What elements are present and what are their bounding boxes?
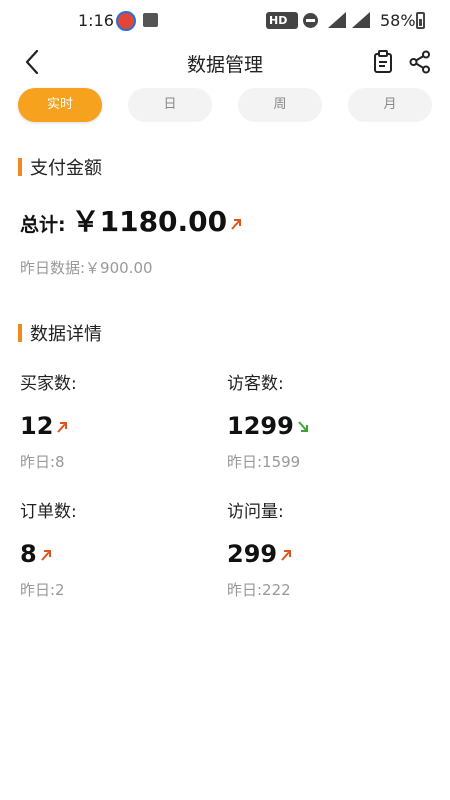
metric-number: 299 xyxy=(227,540,278,568)
signal-icon xyxy=(352,12,370,28)
share-icon xyxy=(409,50,430,74)
metric-value: 12 xyxy=(20,412,220,440)
metric-label: 买家数: xyxy=(20,374,77,394)
navigation-bar: 数据管理 xyxy=(0,40,450,84)
tab-day[interactable]: 日 xyxy=(128,88,212,122)
metric-label: 订单数: xyxy=(20,502,77,522)
metric-yesterday: 昨日:8 xyxy=(20,453,65,471)
metric-number: 8 xyxy=(20,540,37,568)
clipboard-button[interactable] xyxy=(370,48,396,76)
metric-label: 访客数: xyxy=(227,374,284,394)
battery-icon xyxy=(416,12,425,29)
metric-buyers: 买家数: 12 昨日:8 xyxy=(20,369,220,472)
tab-realtime[interactable]: 实时 xyxy=(18,88,102,122)
signal-icon xyxy=(328,12,346,28)
period-tabs: 实时 日 周 月 xyxy=(0,88,450,124)
metric-value: 8 xyxy=(20,540,220,568)
app-notification-icon xyxy=(116,11,136,31)
metric-pageviews: 访问量: 299 昨日:222 xyxy=(227,497,427,600)
metric-label: 访问量: xyxy=(227,502,284,522)
section-marker xyxy=(18,324,22,342)
metric-value: 299 xyxy=(227,540,427,568)
gallery-notification-icon xyxy=(143,13,158,27)
payment-section-title: 支付金额 xyxy=(30,158,102,179)
payment-total: 总计: ￥1180.00 xyxy=(20,200,242,240)
metric-yesterday: 昨日:222 xyxy=(227,581,291,599)
trend-up-icon xyxy=(230,216,242,235)
status-time: 1:16 xyxy=(78,11,114,30)
details-section-header: 数据详情 xyxy=(18,322,102,345)
share-button[interactable] xyxy=(406,48,434,76)
battery-percent: 58% xyxy=(380,11,416,30)
trend-down-icon xyxy=(297,412,309,440)
details-section-title: 数据详情 xyxy=(30,324,102,345)
section-marker xyxy=(18,158,22,176)
hd-voice-icon: HD xyxy=(266,12,298,29)
do-not-disturb-icon xyxy=(303,13,318,28)
metric-value: 1299 xyxy=(227,412,427,440)
metric-number: 1299 xyxy=(227,412,294,440)
payment-section-header: 支付金额 xyxy=(18,156,102,179)
metric-yesterday: 昨日:2 xyxy=(20,581,65,599)
trend-up-icon xyxy=(280,540,292,568)
trend-up-icon xyxy=(40,540,52,568)
clipboard-icon xyxy=(374,50,392,73)
total-label: 总计: xyxy=(20,214,66,236)
metric-visitors: 访客数: 1299 昨日:1599 xyxy=(227,369,427,472)
total-value: ￥1180.00 xyxy=(71,205,228,238)
metric-orders: 订单数: 8 昨日:2 xyxy=(20,497,220,600)
tab-month[interactable]: 月 xyxy=(348,88,432,122)
metric-yesterday: 昨日:1599 xyxy=(227,453,301,471)
trend-up-icon xyxy=(56,412,68,440)
yesterday-payment: 昨日数据:￥900.00 xyxy=(20,259,153,277)
metric-number: 12 xyxy=(20,412,54,440)
tab-week[interactable]: 周 xyxy=(238,88,322,122)
status-bar: 1:16 HD 58% xyxy=(0,0,450,40)
